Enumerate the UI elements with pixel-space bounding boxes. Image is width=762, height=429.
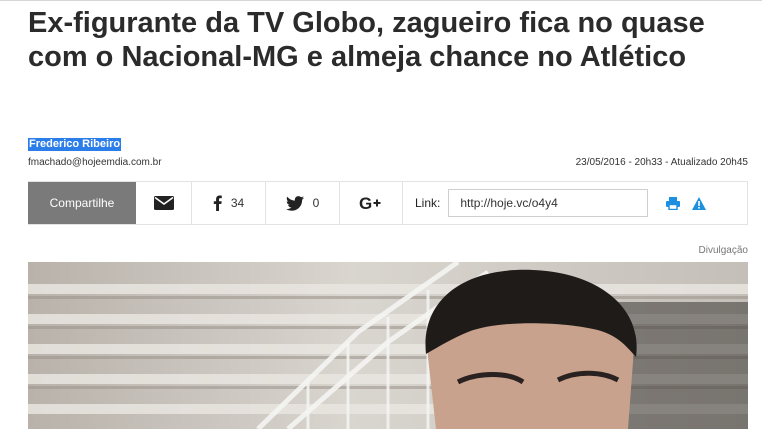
facebook-icon — [213, 195, 222, 211]
author-name[interactable]: Frederico Ribeiro — [28, 138, 122, 151]
google-plus-share-button[interactable]: G — [340, 182, 403, 224]
share-bar: Compartilhe 34 0 G Link: — [28, 181, 748, 225]
short-link-field[interactable] — [448, 189, 649, 217]
mail-icon — [153, 196, 174, 210]
facebook-share-button[interactable]: 34 — [192, 182, 266, 224]
top-divider — [0, 0, 762, 1]
share-button[interactable]: Compartilhe — [28, 182, 136, 224]
article-photo — [28, 262, 748, 429]
twitter-share-button[interactable]: 0 — [266, 182, 340, 224]
print-icon — [666, 196, 681, 210]
report-error-button[interactable] — [692, 196, 707, 210]
article-tools — [666, 196, 707, 210]
twitter-share-count: 0 — [312, 196, 320, 210]
short-link: Link: — [403, 182, 747, 224]
photo-image — [28, 262, 748, 429]
svg-text:G: G — [359, 195, 372, 211]
article-headline: Ex-figurante da TV Globo, zagueiro fica … — [28, 7, 705, 73]
facebook-share-count: 34 — [230, 196, 245, 210]
alert-icon — [692, 196, 707, 210]
twitter-icon — [285, 195, 304, 211]
link-label: Link: — [415, 196, 441, 210]
email-share-button[interactable] — [136, 182, 192, 224]
author-email: fmachado@hojeemdia.com.br — [28, 157, 162, 168]
photo-credit: Divulgação — [698, 245, 748, 256]
print-button[interactable] — [666, 196, 681, 210]
publish-date: 23/05/2016 - 20h33 - Atualizado 20h45 — [575, 157, 748, 168]
google-plus-icon: G — [359, 195, 381, 211]
